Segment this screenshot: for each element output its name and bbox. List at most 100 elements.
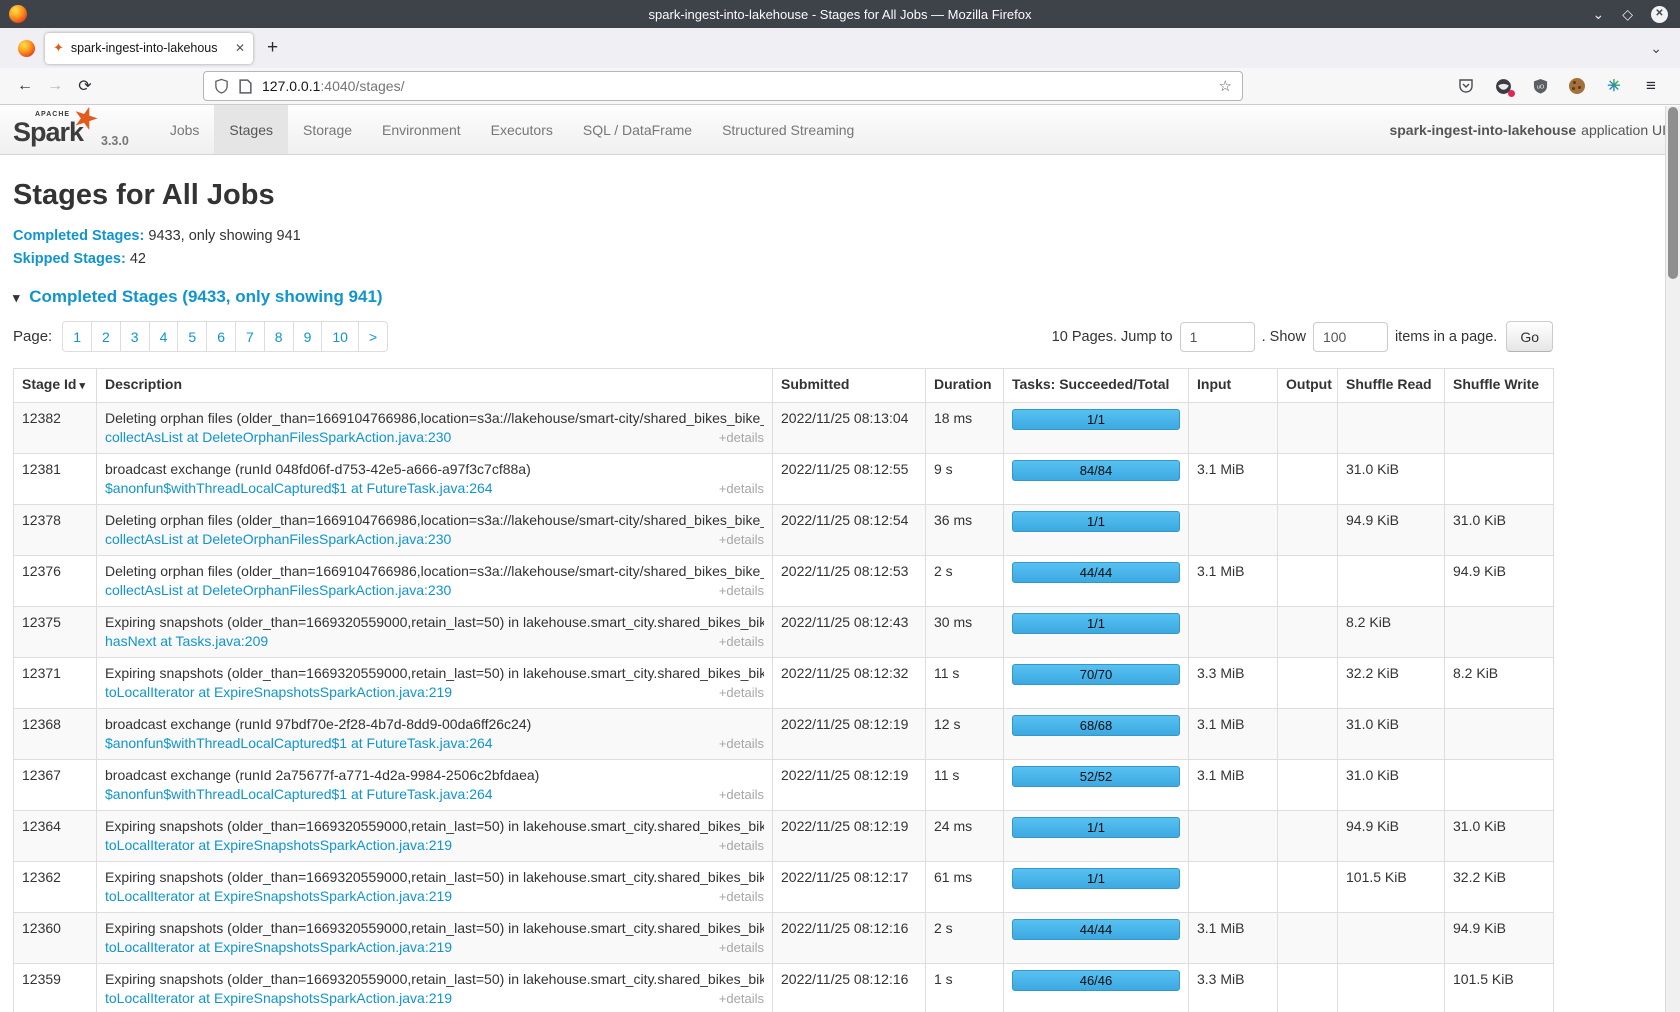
page-button-9[interactable]: 9 bbox=[294, 321, 323, 352]
details-toggle[interactable]: +details bbox=[719, 887, 764, 906]
page-button-2[interactable]: 2 bbox=[92, 321, 121, 352]
column-header-shuffle-read[interactable]: Shuffle Read bbox=[1338, 369, 1445, 403]
privacy-extension-icon[interactable] bbox=[1494, 77, 1512, 95]
url-bar[interactable]: 127.0.0.1:4040/stages/ ☆ bbox=[203, 71, 1243, 101]
submitted-cell: 2022/11/25 08:12:19 bbox=[773, 760, 926, 811]
spark-logo[interactable]: ★ APACHE Spark bbox=[13, 108, 91, 148]
browser-tab[interactable]: ✦ spark-ingest-into-lakehous ✕ bbox=[45, 33, 253, 64]
page-title: Stages for All Jobs bbox=[13, 179, 1680, 212]
column-header-tasks-succeeded-total[interactable]: Tasks: Succeeded/Total bbox=[1004, 369, 1189, 403]
bookmark-star-icon[interactable]: ☆ bbox=[1219, 77, 1232, 95]
details-toggle[interactable]: +details bbox=[719, 683, 764, 702]
list-all-tabs-icon[interactable]: ⌄ bbox=[1650, 40, 1662, 57]
column-header-submitted[interactable]: Submitted bbox=[773, 369, 926, 403]
items-per-page-input[interactable] bbox=[1313, 322, 1388, 352]
column-header-duration[interactable]: Duration bbox=[926, 369, 1004, 403]
new-tab-button[interactable]: + bbox=[267, 37, 278, 59]
details-toggle[interactable]: +details bbox=[719, 938, 764, 957]
firefox-icon[interactable] bbox=[18, 40, 35, 57]
completed-stages-link[interactable]: Completed Stages: bbox=[13, 228, 144, 244]
ublock-shield-icon[interactable]: uO bbox=[1531, 77, 1549, 95]
maximize-icon[interactable]: ◇ bbox=[1622, 7, 1633, 21]
nav-item-structured-streaming[interactable]: Structured Streaming bbox=[707, 105, 869, 154]
shield-icon[interactable] bbox=[214, 78, 229, 94]
nav-item-sql-dataframe[interactable]: SQL / DataFrame bbox=[568, 105, 707, 154]
page-content: Stages for All Jobs Completed Stages: 94… bbox=[0, 179, 1680, 1012]
page-button-10[interactable]: 10 bbox=[322, 321, 359, 352]
input-cell: 3.1 MiB bbox=[1189, 913, 1278, 964]
completed-stages-section-header[interactable]: ▾ Completed Stages (9433, only showing 9… bbox=[13, 287, 1680, 307]
page-button-8[interactable]: 8 bbox=[265, 321, 294, 352]
sort-desc-icon: ▾ bbox=[79, 380, 85, 392]
details-toggle[interactable]: +details bbox=[719, 734, 764, 753]
page-button-1[interactable]: 1 bbox=[62, 321, 92, 352]
tab-close-icon[interactable]: ✕ bbox=[235, 41, 245, 55]
stage-detail-link[interactable]: toLocalIterator at ExpireSnapshotsSparkA… bbox=[105, 938, 452, 957]
nav-item-environment[interactable]: Environment bbox=[367, 105, 476, 154]
scrollbar-thumb[interactable] bbox=[1668, 107, 1678, 279]
page-button-3[interactable]: 3 bbox=[121, 321, 150, 352]
pocket-icon[interactable] bbox=[1457, 77, 1475, 95]
reload-button[interactable]: ⟳ bbox=[70, 76, 100, 96]
stage-detail-link[interactable]: toLocalIterator at ExpireSnapshotsSparkA… bbox=[105, 836, 452, 855]
page-scrollbar[interactable] bbox=[1665, 106, 1680, 1012]
shuffle-read-cell: 101.5 KiB bbox=[1338, 862, 1445, 913]
duration-cell: 11 s bbox=[926, 760, 1004, 811]
page-info-icon[interactable] bbox=[239, 79, 252, 94]
column-header-output[interactable]: Output bbox=[1278, 369, 1338, 403]
stage-detail-link[interactable]: $anonfun$withThreadLocalCaptured$1 at Fu… bbox=[105, 479, 493, 498]
details-toggle[interactable]: +details bbox=[719, 530, 764, 549]
sparkle-extension-icon[interactable]: ✳ bbox=[1605, 77, 1623, 95]
details-toggle[interactable]: +details bbox=[719, 836, 764, 855]
details-toggle[interactable]: +details bbox=[719, 785, 764, 804]
input-cell: 3.1 MiB bbox=[1189, 556, 1278, 607]
menu-hamburger-icon[interactable]: ≡ bbox=[1642, 77, 1660, 95]
shuffle-write-cell bbox=[1445, 760, 1554, 811]
stage-detail-link[interactable]: $anonfun$withThreadLocalCaptured$1 at Fu… bbox=[105, 734, 493, 753]
details-toggle[interactable]: +details bbox=[719, 428, 764, 447]
nav-item-stages[interactable]: Stages bbox=[214, 105, 288, 154]
stage-detail-link[interactable]: collectAsList at DeleteOrphanFilesSparkA… bbox=[105, 428, 451, 447]
jump-to-page-input[interactable] bbox=[1180, 322, 1255, 352]
page-button-4[interactable]: 4 bbox=[150, 321, 179, 352]
column-header-description[interactable]: Description bbox=[97, 369, 773, 403]
stage-detail-link[interactable]: toLocalIterator at ExpireSnapshotsSparkA… bbox=[105, 887, 452, 906]
column-header-stage-id[interactable]: Stage Id▾ bbox=[14, 369, 97, 403]
stage-detail-link[interactable]: collectAsList at DeleteOrphanFilesSparkA… bbox=[105, 530, 451, 549]
page-button-7[interactable]: 7 bbox=[236, 321, 265, 352]
description-cell: Deleting orphan files (older_than=166910… bbox=[97, 505, 773, 556]
details-toggle[interactable]: +details bbox=[719, 479, 764, 498]
details-toggle[interactable]: +details bbox=[719, 989, 764, 1008]
stage-detail-link[interactable]: hasNext at Tasks.java:209 bbox=[105, 632, 268, 651]
cookie-extension-icon[interactable] bbox=[1568, 77, 1586, 95]
skipped-stages-value: 42 bbox=[130, 251, 146, 267]
stage-detail-link[interactable]: toLocalIterator at ExpireSnapshotsSparkA… bbox=[105, 683, 452, 702]
tasks-progress-bar: 68/68 bbox=[1012, 715, 1180, 736]
shuffle-read-cell: 94.9 KiB bbox=[1338, 811, 1445, 862]
details-toggle[interactable]: +details bbox=[719, 581, 764, 600]
table-row: 12382Deleting orphan files (older_than=1… bbox=[14, 403, 1554, 454]
page-button-5[interactable]: 5 bbox=[178, 321, 207, 352]
nav-item-jobs[interactable]: Jobs bbox=[155, 105, 215, 154]
table-row: 12381broadcast exchange (runId 048fd06f-… bbox=[14, 454, 1554, 505]
back-button[interactable]: ← bbox=[10, 77, 40, 95]
nav-item-storage[interactable]: Storage bbox=[288, 105, 367, 154]
output-cell bbox=[1278, 811, 1338, 862]
stage-detail-link[interactable]: toLocalIterator at ExpireSnapshotsSparkA… bbox=[105, 989, 452, 1008]
details-toggle[interactable]: +details bbox=[719, 632, 764, 651]
nav-item-executors[interactable]: Executors bbox=[476, 105, 568, 154]
skipped-stages-link[interactable]: Skipped Stages: bbox=[13, 251, 126, 267]
page-button-6[interactable]: 6 bbox=[207, 321, 236, 352]
minimize-icon[interactable]: ⌄ bbox=[1592, 7, 1604, 21]
go-button[interactable]: Go bbox=[1506, 321, 1553, 352]
close-icon[interactable]: ✕ bbox=[1651, 6, 1668, 23]
next-page-button[interactable]: > bbox=[359, 321, 388, 352]
stage-detail-link[interactable]: collectAsList at DeleteOrphanFilesSparkA… bbox=[105, 581, 451, 600]
tasks-cell: 1/1 bbox=[1004, 811, 1189, 862]
shuffle-write-cell: 31.0 KiB bbox=[1445, 505, 1554, 556]
forward-button[interactable]: → bbox=[40, 77, 70, 95]
application-name: spark-ingest-into-lakehouse bbox=[1389, 122, 1576, 138]
column-header-input[interactable]: Input bbox=[1189, 369, 1278, 403]
column-header-shuffle-write[interactable]: Shuffle Write bbox=[1445, 369, 1554, 403]
stage-detail-link[interactable]: $anonfun$withThreadLocalCaptured$1 at Fu… bbox=[105, 785, 493, 804]
